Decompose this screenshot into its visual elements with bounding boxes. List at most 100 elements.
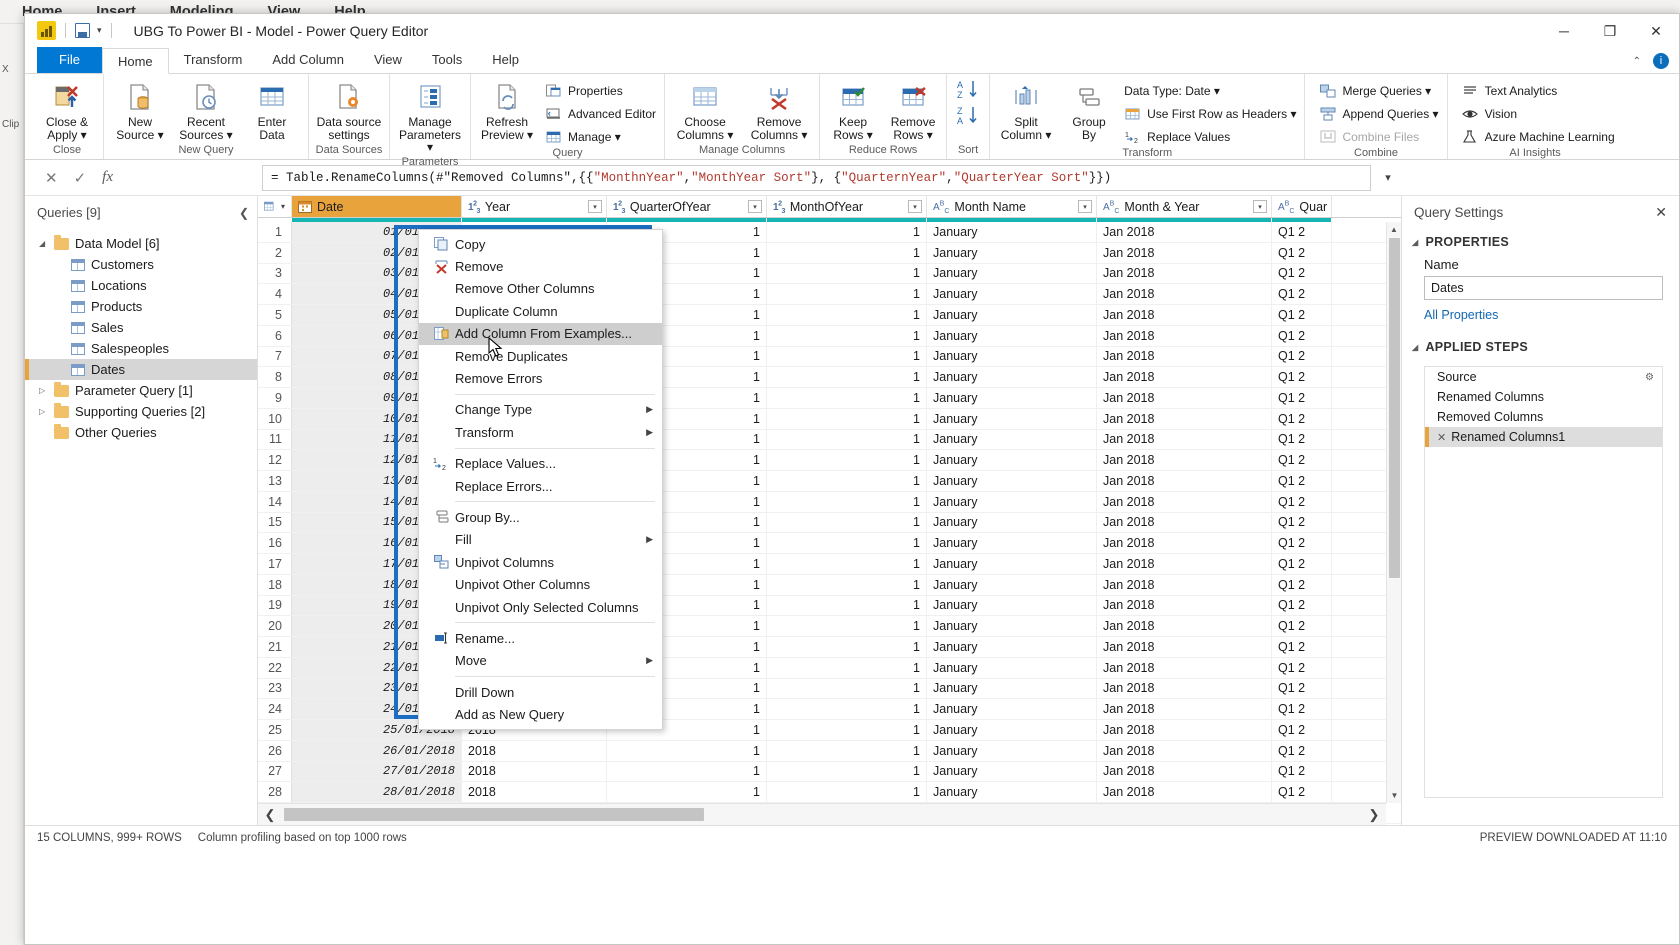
cell-month-year[interactable]: Jan 2018 — [1097, 450, 1272, 470]
choose-columns-button[interactable]: Choose Columns ▾ — [669, 79, 741, 143]
cell-month-year[interactable]: Jan 2018 — [1097, 554, 1272, 574]
azure-machine-learning-button[interactable]: Azure Machine Learning — [1458, 127, 1619, 147]
query-item-data-model-6[interactable]: ◢ Data Model [6] — [25, 233, 257, 254]
tab-file[interactable]: File — [37, 47, 102, 73]
cell-month-year[interactable]: Jan 2018 — [1097, 263, 1272, 284]
tab-help[interactable]: Help — [477, 47, 534, 73]
cell-quar[interactable]: Q1 2 — [1272, 346, 1332, 367]
table-row[interactable]: 26 26/01/2018 2018 1 1 January Jan 2018 Q1 2 — [258, 740, 1401, 762]
cell-quar[interactable]: Q1 2 — [1272, 222, 1332, 242]
cell-month-name[interactable]: January — [927, 491, 1097, 512]
column-filter-dropdown-icon[interactable]: ▾ — [748, 200, 762, 213]
cell-month-year[interactable]: Jan 2018 — [1097, 325, 1272, 346]
cell-monthofyear[interactable]: 1 — [767, 284, 927, 304]
expand-arrow-closed-icon[interactable]: ▷ — [39, 407, 48, 416]
cell-quar[interactable]: Q1 2 — [1272, 408, 1332, 429]
refresh-preview-button[interactable]: Refresh Preview ▾ — [475, 79, 539, 143]
scroll-up-icon[interactable]: ▲ — [1387, 222, 1401, 237]
quick-access-dropdown-icon[interactable]: ▾ — [97, 25, 102, 36]
cell-month-year[interactable]: Jan 2018 — [1097, 574, 1272, 595]
applied-step-removed-columns[interactable]: Removed Columns — [1425, 407, 1662, 427]
cell-month-year[interactable]: Jan 2018 — [1097, 346, 1272, 367]
cell-monthofyear[interactable]: 1 — [767, 740, 927, 761]
cell-month-year[interactable]: Jan 2018 — [1097, 678, 1272, 699]
formula-input[interactable]: = Table.RenameColumns(#"Removed Columns"… — [262, 164, 1371, 191]
keep-rows-button[interactable]: Keep Rows ▾ — [824, 79, 882, 143]
query-item-supporting-queries-2[interactable]: ▷ Supporting Queries [2] — [25, 401, 257, 422]
cell-quar[interactable]: Q1 2 — [1272, 595, 1332, 616]
cell-month-name[interactable]: January — [927, 408, 1097, 429]
cell-monthofyear[interactable]: 1 — [767, 678, 927, 699]
query-item-locations[interactable]: Locations — [25, 275, 257, 296]
checkmark-icon[interactable]: ✓ — [74, 169, 87, 187]
cell-monthofyear[interactable]: 1 — [767, 388, 927, 408]
cell-monthofyear[interactable]: 1 — [767, 512, 927, 533]
column-filter-dropdown-icon[interactable]: ▾ — [1253, 200, 1267, 213]
menu-item-group-by[interactable]: Group By... — [419, 506, 662, 528]
save-icon[interactable] — [75, 23, 90, 38]
cell-quar[interactable]: Q1 2 — [1272, 782, 1332, 802]
menu-item-remove-errors[interactable]: Remove Errors — [419, 367, 662, 389]
cell-month-year[interactable]: Jan 2018 — [1097, 388, 1272, 408]
query-item-dates[interactable]: Dates — [25, 359, 257, 380]
cell-monthofyear[interactable]: 1 — [767, 574, 927, 595]
cell-date[interactable]: 27/01/2018 — [292, 761, 462, 782]
gear-icon[interactable]: ⚙ — [1645, 372, 1654, 383]
menu-item-copy[interactable]: Copy — [419, 233, 662, 255]
vertical-scrollbar[interactable]: ▲ ▼ — [1386, 222, 1401, 803]
cell-monthofyear[interactable]: 1 — [767, 222, 927, 242]
query-item-products[interactable]: Products — [25, 296, 257, 317]
cell-month-name[interactable]: January — [927, 512, 1097, 533]
query-name-input[interactable]: Dates — [1424, 276, 1663, 300]
cell-quar[interactable]: Q1 2 — [1272, 284, 1332, 304]
new-source-button[interactable]: New Source ▾ — [108, 79, 172, 143]
cell-quarterofyear[interactable]: 1 — [607, 782, 767, 802]
properties-section-header[interactable]: ◢ PROPERTIES — [1402, 229, 1679, 253]
menu-item-remove-other-columns[interactable]: Remove Other Columns — [419, 278, 662, 300]
query-item-parameter-query-1[interactable]: ▷ Parameter Query [1] — [25, 380, 257, 401]
split-column-button[interactable]: Split Column ▾ — [994, 79, 1058, 143]
cell-quarterofyear[interactable]: 1 — [607, 740, 767, 761]
cell-month-year[interactable]: Jan 2018 — [1097, 720, 1272, 740]
cell-monthofyear[interactable]: 1 — [767, 533, 927, 553]
menu-item-transform[interactable]: Transform ▶ — [419, 421, 662, 443]
tab-add-column[interactable]: Add Column — [257, 47, 359, 73]
fx-icon[interactable]: fx — [102, 169, 113, 186]
scroll-right-icon[interactable]: ❯ — [1362, 807, 1386, 823]
cell-month-year[interactable]: Jan 2018 — [1097, 491, 1272, 512]
cell-quar[interactable]: Q1 2 — [1272, 657, 1332, 678]
cell-month-name[interactable]: January — [927, 429, 1097, 450]
manage-query-button[interactable]: Manage ▾ — [541, 127, 660, 147]
scroll-left-icon[interactable]: ❮ — [258, 807, 282, 823]
cell-quar[interactable]: Q1 2 — [1272, 533, 1332, 553]
column-header-monthofyear[interactable]: 123 MonthOfYear ▾ — [767, 196, 927, 217]
cell-month-name[interactable]: January — [927, 263, 1097, 284]
query-item-sales[interactable]: Sales — [25, 317, 257, 338]
query-item-salespeoples[interactable]: Salespeoples — [25, 338, 257, 359]
column-header-year[interactable]: 123 Year ▾ — [462, 196, 607, 217]
cell-month-name[interactable]: January — [927, 595, 1097, 616]
column-header-quarterofyear[interactable]: 123 QuarterOfYear ▾ — [607, 196, 767, 217]
cell-month-name[interactable]: January — [927, 782, 1097, 802]
vision-button[interactable]: Vision — [1458, 104, 1619, 124]
cell-quar[interactable]: Q1 2 — [1272, 574, 1332, 595]
remove-rows-button[interactable]: Remove Rows ▾ — [884, 79, 942, 143]
text-analytics-button[interactable]: Text Analytics — [1458, 81, 1619, 101]
cell-quar[interactable]: Q1 2 — [1272, 616, 1332, 636]
cell-quar[interactable]: Q1 2 — [1272, 491, 1332, 512]
cell-month-year[interactable]: Jan 2018 — [1097, 657, 1272, 678]
cell-month-year[interactable]: Jan 2018 — [1097, 699, 1272, 719]
cell-month-name[interactable]: January — [927, 450, 1097, 470]
properties-button[interactable]: Properties — [541, 81, 660, 101]
applied-step-renamed-columns[interactable]: Renamed Columns — [1425, 387, 1662, 407]
cell-date[interactable]: 26/01/2018 — [292, 740, 462, 761]
column-filter-dropdown-icon[interactable]: ▾ — [588, 200, 602, 213]
cell-monthofyear[interactable]: 1 — [767, 305, 927, 325]
cell-month-name[interactable]: January — [927, 637, 1097, 657]
vertical-scroll-thumb[interactable] — [1389, 238, 1400, 578]
menu-item-replace-errors[interactable]: Replace Errors... — [419, 475, 662, 497]
cell-monthofyear[interactable]: 1 — [767, 782, 927, 802]
cell-quar[interactable]: Q1 2 — [1272, 325, 1332, 346]
cell-month-year[interactable]: Jan 2018 — [1097, 284, 1272, 304]
advanced-editor-button[interactable]: Advanced Editor — [541, 104, 660, 124]
